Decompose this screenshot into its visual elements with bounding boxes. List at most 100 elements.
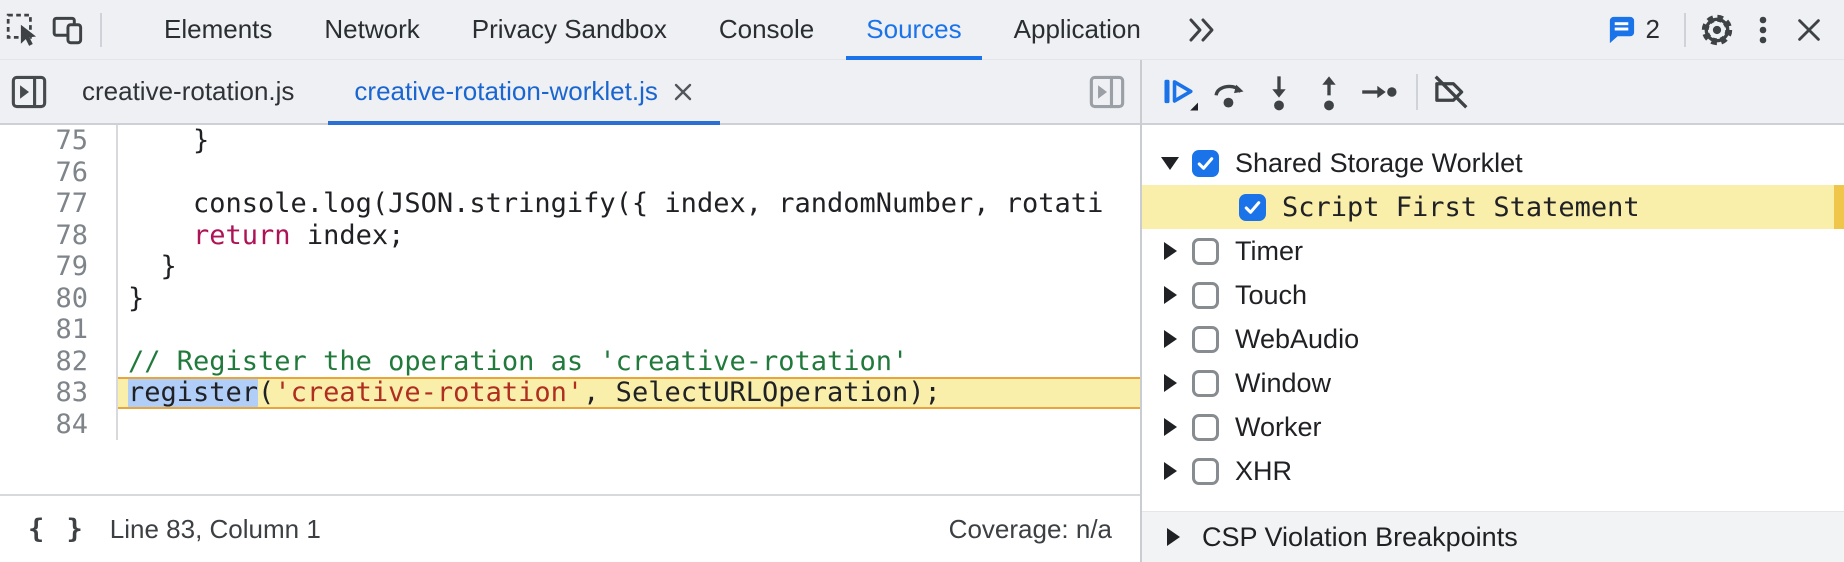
panel-tab-network[interactable]: Network (298, 0, 445, 60)
close-icon (1793, 14, 1825, 46)
code-segment: } (128, 251, 177, 282)
chevron-right-icon[interactable] (1160, 286, 1180, 304)
toggle-debugger-sidebar-button[interactable] (1084, 69, 1130, 115)
checkbox-checked[interactable] (1239, 194, 1266, 221)
check-icon (1194, 152, 1217, 175)
code-line: 78 return index; (0, 220, 1140, 252)
line-number[interactable]: 81 (0, 314, 118, 346)
code-segment: console.log(JSON.stringify({ index, rand… (128, 188, 1103, 219)
breakpoint-row-window[interactable]: Window (1142, 361, 1844, 405)
toolbar-separator (1416, 74, 1418, 110)
show-navigator-button[interactable] (6, 69, 52, 115)
code-line-content (118, 409, 1140, 441)
breakpoint-row-worker[interactable]: Worker (1142, 405, 1844, 449)
chevron-right-icon[interactable] (1160, 374, 1180, 392)
sources-editor-pane: creative-rotation.js creative-rotation-wo… (0, 60, 1140, 562)
code-line-content: console.log(JSON.stringify({ index, rand… (118, 188, 1140, 220)
code-line-content: } (118, 283, 1140, 315)
file-tab-label: creative-rotation.js (82, 76, 294, 107)
file-tab[interactable]: creative-rotation.js (52, 60, 324, 123)
line-number[interactable]: 80 (0, 283, 118, 315)
code-editor[interactable]: 75 } 7677 console.log(JSON.stringify({ in… (0, 125, 1140, 494)
breakpoint-row-xhr[interactable]: XHR (1142, 449, 1844, 493)
panel-tab-elements[interactable]: Elements (138, 0, 298, 60)
gear-icon (1698, 11, 1736, 49)
chevron-right-icon[interactable] (1160, 242, 1180, 260)
chevron-right-icon[interactable] (1160, 462, 1180, 480)
toolbar-separator (1684, 13, 1686, 47)
chevron-right-icon[interactable] (1160, 418, 1180, 436)
issues-count: 2 (1646, 14, 1660, 45)
line-number[interactable]: 77 (0, 188, 118, 220)
step-over-icon (1210, 73, 1248, 111)
file-tabs: creative-rotation.js creative-rotation-wo… (52, 60, 724, 123)
code-line: 76 (0, 157, 1140, 189)
line-number[interactable]: 84 (0, 409, 118, 441)
chevron-right-icon[interactable] (1167, 528, 1180, 546)
breakpoint-row-touch[interactable]: Touch (1142, 273, 1844, 317)
line-number[interactable]: 76 (0, 157, 118, 189)
close-devtools-button[interactable] (1786, 7, 1832, 53)
inspect-element-button[interactable] (0, 7, 46, 53)
inspect-cursor-icon (5, 12, 41, 48)
checkbox-unchecked[interactable] (1192, 282, 1219, 309)
breakpoint-row-shared-storage-worklet[interactable]: Shared Storage Worklet (1142, 141, 1844, 185)
close-tab-icon[interactable] (672, 81, 694, 103)
debugger-sidebar: Shared Storage WorkletScript First State… (1140, 60, 1844, 562)
code-line: 82// Register the operation as 'creative… (0, 346, 1140, 378)
more-panels-button[interactable] (1167, 15, 1237, 45)
line-number[interactable]: 83 (0, 377, 118, 409)
checkbox-unchecked[interactable] (1192, 458, 1219, 485)
code-segment (128, 220, 193, 251)
chevron-right-icon[interactable] (1160, 330, 1180, 348)
menu-button[interactable] (1740, 7, 1786, 53)
issues-button[interactable]: 2 (1606, 14, 1660, 45)
csp-violation-breakpoints-section[interactable]: CSP Violation Breakpoints (1142, 511, 1844, 562)
panel-tab-privacy-sandbox[interactable]: Privacy Sandbox (446, 0, 693, 60)
step-button[interactable] (1356, 69, 1402, 115)
step-into-button[interactable] (1256, 69, 1302, 115)
step-into-icon (1260, 73, 1298, 111)
panel-right-icon (1088, 73, 1126, 111)
code-segment: return (193, 220, 291, 251)
step-over-button[interactable] (1206, 69, 1252, 115)
pretty-print-icon[interactable]: { } (28, 514, 86, 545)
panel-tab-sources[interactable]: Sources (840, 0, 987, 60)
line-number[interactable]: 79 (0, 251, 118, 283)
code-segment: ( (258, 377, 274, 408)
chevron-down-icon[interactable] (1160, 157, 1180, 170)
code-segment: , SelectURLOperation); (583, 377, 941, 408)
breakpoint-row-webaudio[interactable]: WebAudio (1142, 317, 1844, 361)
checkbox-unchecked[interactable] (1192, 238, 1219, 265)
devtools-body: creative-rotation.js creative-rotation-wo… (0, 60, 1844, 562)
code-segment: 'creative-rotation' (274, 377, 583, 408)
line-number[interactable]: 78 (0, 220, 118, 252)
toggle-device-toolbar-button[interactable] (46, 7, 92, 53)
deactivate-breakpoints-button[interactable] (1428, 69, 1474, 115)
breakpoint-label: Window (1235, 368, 1331, 399)
file-tab[interactable]: creative-rotation-worklet.js (324, 60, 723, 123)
event-listener-breakpoints-tree: Shared Storage WorkletScript First State… (1142, 125, 1844, 562)
resume-script-button[interactable] (1156, 69, 1202, 115)
toolbar-separator (100, 13, 102, 47)
step-icon (1360, 73, 1398, 111)
checkbox-unchecked[interactable] (1192, 326, 1219, 353)
caret-shape (1164, 286, 1177, 304)
breakpoint-row-script-first-statement[interactable]: Script First Statement (1142, 185, 1844, 229)
devtools-window: ElementsNetworkPrivacy SandboxConsoleSou… (0, 0, 1844, 562)
panel-tab-console[interactable]: Console (693, 0, 840, 60)
settings-button[interactable] (1694, 7, 1740, 53)
panel-tab-application[interactable]: Application (988, 0, 1167, 60)
checkbox-unchecked[interactable] (1192, 414, 1219, 441)
checkbox-unchecked[interactable] (1192, 370, 1219, 397)
step-out-button[interactable] (1306, 69, 1352, 115)
caret-shape (1161, 157, 1179, 170)
code-line: 77 console.log(JSON.stringify({ index, r… (0, 188, 1140, 220)
editor-file-tabs-bar: creative-rotation.js creative-rotation-wo… (0, 60, 1140, 125)
line-number[interactable]: 75 (0, 125, 118, 157)
caret-shape (1164, 374, 1177, 392)
csp-section-label: CSP Violation Breakpoints (1202, 522, 1518, 553)
line-number[interactable]: 82 (0, 346, 118, 378)
breakpoint-row-timer[interactable]: Timer (1142, 229, 1844, 273)
checkbox-checked[interactable] (1192, 150, 1219, 177)
